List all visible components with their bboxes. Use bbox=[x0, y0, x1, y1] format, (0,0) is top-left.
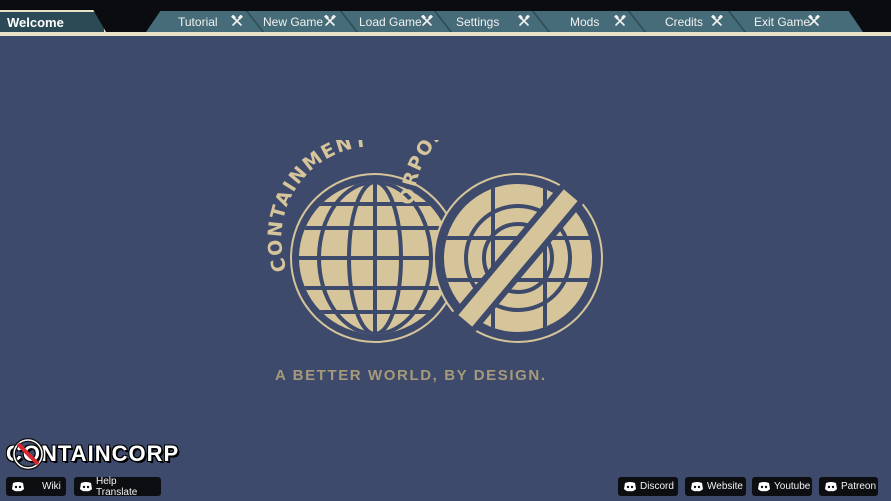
top-bar-divider bbox=[0, 32, 891, 36]
tools-icon bbox=[518, 15, 530, 26]
discord-icon bbox=[80, 482, 92, 492]
discord-label: Discord bbox=[640, 481, 674, 492]
tools-icon bbox=[231, 15, 243, 26]
youtube-label: Youtube bbox=[774, 481, 811, 492]
tools-icon bbox=[614, 15, 626, 26]
tagline: A BETTER WORLD, BY DESIGN. bbox=[275, 367, 547, 384]
tab-exit-game-label: Exit Game bbox=[754, 14, 811, 29]
tab-mods[interactable]: Mods bbox=[570, 11, 599, 32]
website-label: Website bbox=[707, 481, 743, 492]
tab-exit-game[interactable]: Exit Game bbox=[754, 11, 810, 32]
discord-icon bbox=[825, 482, 837, 492]
tools-icon bbox=[421, 15, 433, 26]
website-button[interactable]: Website bbox=[685, 477, 746, 496]
tab-tutorial[interactable]: Tutorial bbox=[178, 11, 218, 32]
tab-mods-label: Mods bbox=[570, 14, 600, 29]
tools-icon bbox=[808, 15, 820, 26]
tab-credits[interactable]: Credits bbox=[665, 11, 703, 32]
patreon-button[interactable]: Patreon bbox=[819, 477, 878, 496]
tab-credits-label: Credits bbox=[665, 14, 704, 29]
tools-icon bbox=[324, 15, 336, 26]
tab-new-game-label: New Game bbox=[263, 14, 324, 29]
containcorp-icon bbox=[12, 438, 44, 470]
youtube-button[interactable]: Youtube bbox=[752, 477, 812, 496]
discord-icon bbox=[624, 482, 636, 492]
discord-button[interactable]: Discord bbox=[618, 477, 678, 496]
tab-new-game[interactable]: New Game bbox=[263, 11, 323, 32]
tab-load-game-label: Load Game bbox=[359, 14, 422, 29]
discord-icon bbox=[691, 482, 703, 492]
tab-load-game[interactable]: Load Game bbox=[359, 11, 422, 32]
tab-tutorial-label: Tutorial bbox=[178, 14, 218, 29]
tab-settings-label: Settings bbox=[456, 14, 500, 29]
discord-icon bbox=[758, 482, 770, 492]
brand-logo: CONTAINCORP bbox=[4, 437, 179, 471]
discord-icon bbox=[12, 482, 24, 492]
wiki-label: Wiki bbox=[42, 481, 61, 492]
tab-settings[interactable]: Settings bbox=[456, 11, 499, 32]
patreon-label: Patreon bbox=[841, 481, 877, 492]
tools-icon bbox=[711, 15, 723, 26]
tab-welcome-label: Welcome bbox=[7, 15, 64, 30]
containment-corporation-logo: CONTAINMENT CORPORATION bbox=[265, 140, 603, 343]
corporation-emblem bbox=[433, 173, 603, 343]
help-translate-button[interactable]: Help Translate bbox=[74, 475, 161, 498]
help-translate-label: Help Translate bbox=[96, 475, 138, 498]
wiki-button[interactable]: Wiki bbox=[6, 477, 66, 496]
